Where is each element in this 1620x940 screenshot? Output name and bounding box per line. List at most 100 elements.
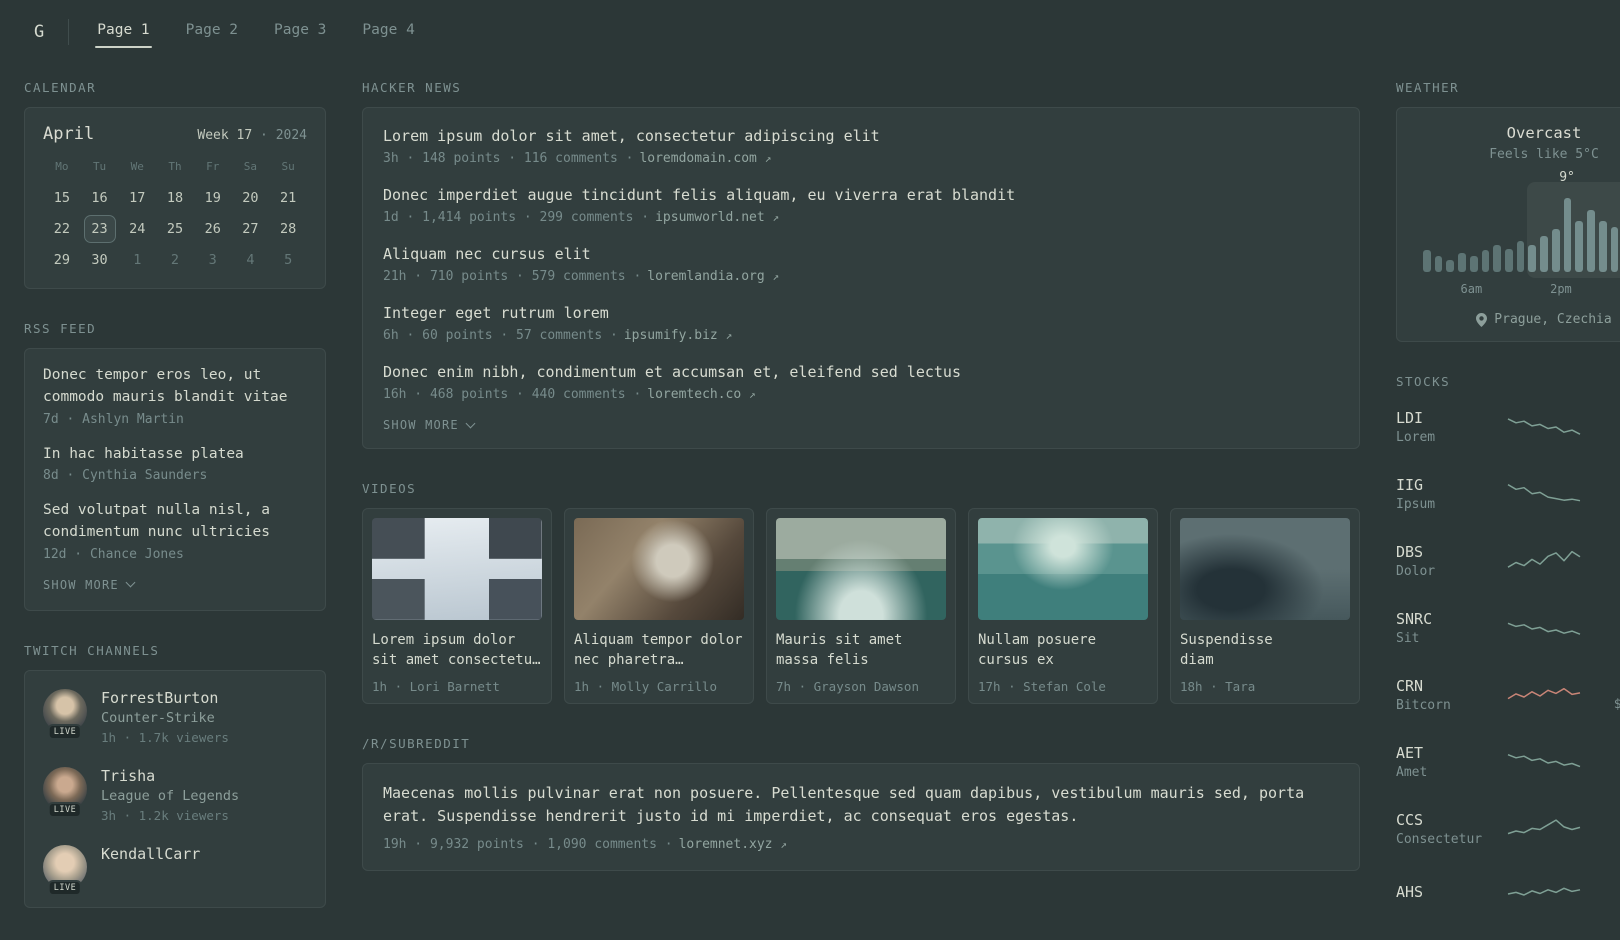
rss-item-meta: 12d · Chance Jones bbox=[43, 546, 184, 562]
stock-name: Amet bbox=[1396, 765, 1428, 780]
rss-item: In hac habitasse platea 8d · Cynthia Sau… bbox=[43, 444, 307, 484]
video-card[interactable]: Lorem ipsum dolor sit amet consectetu… 1… bbox=[362, 508, 552, 704]
stock-symbol: AHS bbox=[1396, 882, 1424, 901]
subreddit-domain-link[interactable]: loremnet.xyz ↗ bbox=[679, 837, 787, 852]
calendar-dow-label: Tu bbox=[92, 160, 107, 173]
nav-tab-page-1[interactable]: Page 1 bbox=[95, 16, 153, 48]
channel-game: Counter-Strike bbox=[101, 709, 215, 726]
hn-show-more-button[interactable]: SHOW MORE bbox=[383, 418, 1339, 432]
stock-row[interactable]: AET Amet +0.92% $499.72 bbox=[1396, 736, 1620, 788]
calendar-day: 21 bbox=[280, 190, 297, 206]
channel-info: Trisha League of Legends 3h · 1.2k viewe… bbox=[101, 767, 239, 823]
hn-item: Aliquam nec cursus elit 21h · 710 points… bbox=[383, 244, 1339, 284]
stock-change: +1.36% bbox=[1598, 611, 1620, 627]
video-thumbnail[interactable] bbox=[574, 518, 744, 620]
hn-domain-link[interactable]: loremdomain.com ↗ bbox=[639, 151, 771, 166]
hn-domain-link[interactable]: loremtech.co ↗ bbox=[647, 387, 755, 402]
nav-tab-page-3[interactable]: Page 3 bbox=[272, 16, 328, 48]
twitch-channel[interactable]: LIVE KendallCarr bbox=[43, 844, 307, 896]
stock-price: $156.28 bbox=[1598, 563, 1620, 578]
weather-hour-bar bbox=[1551, 229, 1560, 272]
video-thumbnail[interactable] bbox=[978, 518, 1148, 620]
video-thumbnail[interactable] bbox=[1180, 518, 1350, 620]
subreddit-card: Maecenas mollis pulvinar erat non posuer… bbox=[362, 763, 1360, 871]
video-card[interactable]: Nullam posuere cursus ex 17h · Stefan Co… bbox=[968, 508, 1158, 704]
stock-row[interactable]: DBS Dolor +1.42% $156.28 bbox=[1396, 535, 1620, 587]
nav-tab-page-2[interactable]: Page 2 bbox=[184, 16, 240, 48]
hn-domain-link[interactable]: ipsumworld.net ↗ bbox=[655, 210, 779, 225]
video-title[interactable]: Lorem ipsum dolor sit amet consectetu… bbox=[372, 630, 542, 671]
stock-row[interactable]: IIG Ipsum +2.84% $42.04 bbox=[1396, 468, 1620, 520]
rss-item-title-link[interactable]: Sed volutpat nulla nisl, a condimentum n… bbox=[43, 500, 307, 544]
hn-domain-text: ipsumify.biz bbox=[623, 328, 718, 343]
hn-item: Donec enim nibh, condimentum et accumsan… bbox=[383, 362, 1339, 402]
stock-change: -1.00% bbox=[1598, 678, 1620, 694]
video-thumbnail[interactable] bbox=[372, 518, 542, 620]
video-meta: 1h · Lori Barnett bbox=[372, 679, 500, 694]
hn-domain-text: loremtech.co bbox=[647, 387, 742, 402]
subreddit-meta-text: 19h · 9,932 points · 1,090 comments · bbox=[383, 836, 673, 852]
calendar-day: 17 bbox=[129, 190, 146, 206]
twitch-card: LIVE ForrestBurton Counter-Strike 1h · 1… bbox=[24, 669, 326, 908]
stock-price: $42.04 bbox=[1598, 496, 1620, 511]
stock-row[interactable]: SNRC Sit +1.36% $148.64 bbox=[1396, 602, 1620, 654]
stock-name: Sit bbox=[1396, 631, 1420, 646]
hn-domain-link[interactable]: loremlandia.org ↗ bbox=[647, 269, 779, 284]
subreddit-post-link[interactable]: Maecenas mollis pulvinar erat non posuer… bbox=[383, 782, 1339, 829]
rss-item-meta: 7d · Ashlyn Martin bbox=[43, 411, 184, 427]
channel-avatar: LIVE bbox=[43, 688, 87, 740]
stock-row[interactable]: AHS +0.46% bbox=[1396, 870, 1620, 916]
nav-tab-page-4[interactable]: Page 4 bbox=[360, 16, 416, 48]
calendar-dow-label: Fr bbox=[206, 160, 220, 173]
stock-row[interactable]: CRN Bitcorn -1.00% $66,171.48 bbox=[1396, 669, 1620, 721]
twitch-channel[interactable]: LIVE Trisha League of Legends 3h · 1.2k … bbox=[43, 766, 307, 823]
app-logo[interactable]: G bbox=[24, 22, 68, 42]
stock-row[interactable]: LDI Lorem +4.35% $795.18 bbox=[1396, 401, 1620, 453]
hn-domain-link[interactable]: ipsumify.biz ↗ bbox=[624, 328, 732, 343]
rss-item-title-link[interactable]: Donec tempor eros leo, ut commodo mauris… bbox=[43, 365, 307, 409]
calendar-day: 28 bbox=[280, 221, 297, 237]
video-title[interactable]: Suspendisse diam bbox=[1180, 630, 1350, 671]
live-badge: LIVE bbox=[47, 723, 83, 740]
channel-name[interactable]: Trisha bbox=[101, 767, 239, 785]
channel-name[interactable]: KendallCarr bbox=[101, 845, 200, 863]
videos-widget: VIDEOS Lorem ipsum dolor sit amet consec… bbox=[362, 481, 1360, 704]
subreddit-post: Maecenas mollis pulvinar erat non posuer… bbox=[383, 782, 1339, 852]
rss-item: Donec tempor eros leo, ut commodo mauris… bbox=[43, 365, 307, 427]
hn-title-link[interactable]: Lorem ipsum dolor sit amet, consectetur … bbox=[383, 126, 1339, 147]
video-title[interactable]: Nullam posuere cursus ex bbox=[978, 630, 1148, 671]
nav-divider bbox=[68, 19, 70, 45]
hn-title-link[interactable]: Integer eget rutrum lorem bbox=[383, 303, 1339, 324]
calendar-day: 26 bbox=[204, 221, 221, 237]
calendar-year: 2024 bbox=[275, 128, 307, 143]
hn-title-link[interactable]: Donec enim nibh, condimentum et accumsan… bbox=[383, 362, 1339, 383]
stock-row[interactable]: CCS Consectetur +0.51% $165.84 bbox=[1396, 803, 1620, 855]
stock-price: $499.72 bbox=[1598, 764, 1620, 779]
video-card[interactable]: Suspendisse diam 18h · Tara bbox=[1170, 508, 1360, 704]
video-thumbnail[interactable] bbox=[776, 518, 946, 620]
video-title[interactable]: Mauris sit amet massa felis bbox=[776, 630, 946, 671]
video-card[interactable]: Mauris sit amet massa felis 7h · Grayson… bbox=[766, 508, 956, 704]
stock-values: +4.35% $795.18 bbox=[1598, 410, 1620, 444]
channel-name[interactable]: ForrestBurton bbox=[101, 689, 229, 707]
rss-show-more-button[interactable]: SHOW MORE bbox=[43, 578, 307, 592]
calendar-day: 30 bbox=[91, 252, 108, 268]
rss-item-title-link[interactable]: In hac habitasse platea bbox=[43, 444, 307, 466]
hn-title-link[interactable]: Aliquam nec cursus elit bbox=[383, 244, 1339, 265]
video-title[interactable]: Aliquam tempor dolor nec pharetra… bbox=[574, 630, 744, 671]
video-card[interactable]: Aliquam tempor dolor nec pharetra… 1h · … bbox=[564, 508, 754, 704]
stock-sparkline bbox=[1500, 412, 1588, 442]
stock-price: $148.64 bbox=[1598, 630, 1620, 645]
twitch-channel[interactable]: LIVE ForrestBurton Counter-Strike 1h · 1… bbox=[43, 688, 307, 745]
hn-title-link[interactable]: Donec imperdiet augue tincidunt felis al… bbox=[383, 185, 1339, 206]
weather-time-label: 6am bbox=[1460, 282, 1483, 296]
rss-widget-title: RSS FEED bbox=[24, 321, 97, 336]
external-link-icon: ↗ bbox=[780, 837, 787, 851]
weather-hour-bar bbox=[1481, 250, 1490, 272]
rss-show-more-label: SHOW MORE bbox=[43, 577, 119, 592]
stock-values: +1.42% $156.28 bbox=[1598, 544, 1620, 578]
calendar-week-separator: · bbox=[260, 128, 268, 143]
stock-id: DBS Dolor bbox=[1396, 543, 1490, 579]
weather-hour-bar bbox=[1610, 226, 1619, 272]
weather-hour-bar bbox=[1540, 236, 1548, 272]
